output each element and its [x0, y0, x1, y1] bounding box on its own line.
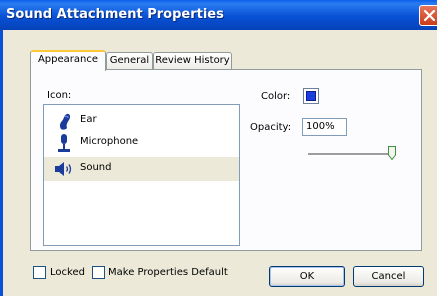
- list-item-sound[interactable]: Sound: [44, 157, 239, 181]
- opacity-label: Opacity:: [250, 122, 292, 133]
- list-item-label: Microphone: [80, 136, 139, 147]
- opacity-slider[interactable]: [308, 153, 396, 156]
- make-default-label: Make Properties Default: [108, 267, 228, 278]
- list-item-microphone[interactable]: Microphone: [44, 131, 239, 155]
- tab-appearance[interactable]: Appearance: [30, 50, 106, 71]
- close-icon: [423, 9, 436, 22]
- icon-label: Icon:: [47, 90, 72, 101]
- ear-icon: [59, 113, 71, 130]
- ok-button[interactable]: OK: [269, 266, 345, 287]
- opacity-input[interactable]: 100%: [302, 118, 347, 136]
- title-bar[interactable]: Sound Attachment Properties: [0, 0, 437, 30]
- list-item-label: Ear: [80, 114, 97, 125]
- icon-list[interactable]: Ear Microphone Sound: [43, 104, 240, 246]
- window-title: Sound Attachment Properties: [6, 7, 224, 22]
- list-item-ear[interactable]: Ear: [44, 109, 239, 133]
- microphone-icon: [58, 134, 70, 152]
- locked-label: Locked: [50, 267, 85, 278]
- color-label: Color:: [261, 91, 291, 102]
- color-picker-button[interactable]: [303, 88, 319, 104]
- make-default-checkbox[interactable]: [92, 266, 105, 279]
- color-swatch: [306, 91, 316, 101]
- cancel-button[interactable]: Cancel: [353, 266, 424, 287]
- opacity-slider-thumb[interactable]: [388, 146, 396, 160]
- tab-review-history[interactable]: Review History: [153, 52, 232, 70]
- tab-general[interactable]: General: [106, 52, 153, 70]
- close-button[interactable]: [419, 5, 437, 26]
- list-item-label: Sound: [80, 162, 112, 173]
- locked-checkbox[interactable]: [33, 266, 46, 279]
- window-frame-left: [0, 30, 3, 296]
- speaker-icon: [55, 162, 72, 176]
